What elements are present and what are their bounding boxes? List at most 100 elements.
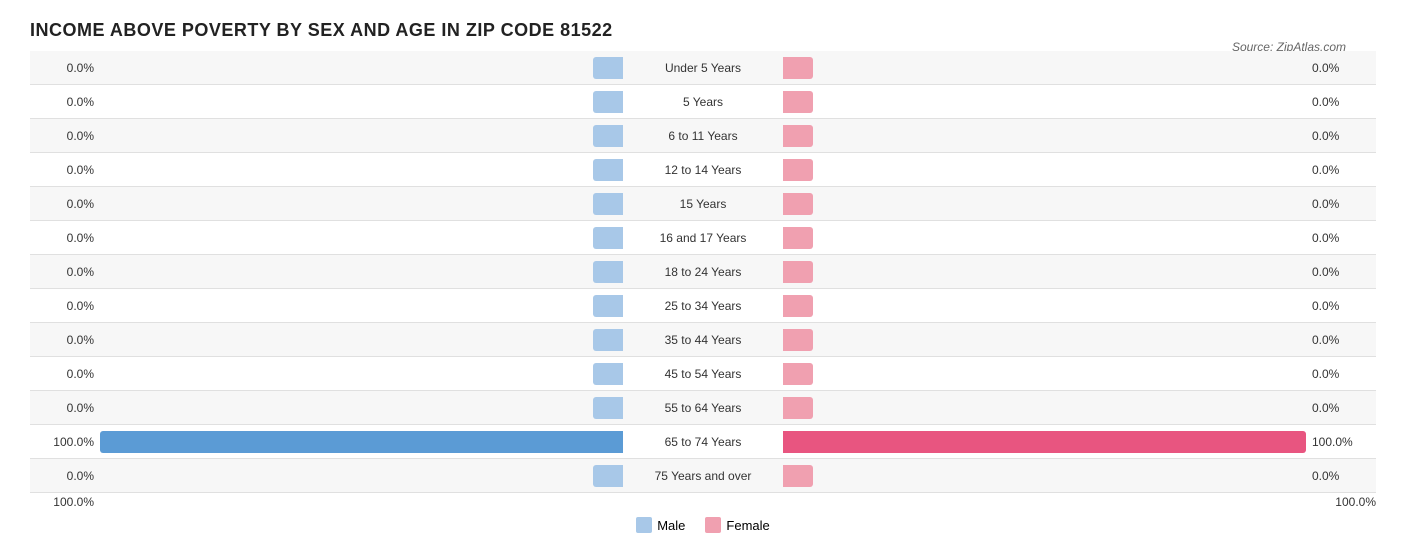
age-label: Under 5 Years — [623, 61, 783, 75]
female-value: 100.0% — [1306, 435, 1376, 449]
age-label: 15 Years — [623, 197, 783, 211]
age-label: 18 to 24 Years — [623, 265, 783, 279]
chart-row: 0.0% 12 to 14 Years 0.0% — [30, 153, 1376, 187]
chart-row: 0.0% 6 to 11 Years 0.0% — [30, 119, 1376, 153]
female-bar-area — [783, 459, 1306, 492]
chart-row: 100.0% 65 to 74 Years 100.0% — [30, 425, 1376, 459]
chart-row: 0.0% 75 Years and over 0.0% — [30, 459, 1376, 493]
female-bar — [783, 295, 813, 317]
female-bar-area — [783, 51, 1306, 84]
male-bar-area — [100, 425, 623, 458]
age-label: 55 to 64 Years — [623, 401, 783, 415]
male-bar-area — [100, 357, 623, 390]
female-bar — [783, 125, 813, 147]
female-bar-area — [783, 85, 1306, 118]
bar-section: 45 to 54 Years — [100, 357, 1306, 390]
age-label: 35 to 44 Years — [623, 333, 783, 347]
bar-section: 65 to 74 Years — [100, 425, 1306, 458]
bar-section: 16 and 17 Years — [100, 221, 1306, 254]
male-bar-area — [100, 119, 623, 152]
age-label: 25 to 34 Years — [623, 299, 783, 313]
legend-male: Male — [636, 517, 685, 533]
chart-row: 0.0% Under 5 Years 0.0% — [30, 51, 1376, 85]
female-legend-box — [705, 517, 721, 533]
age-label: 75 Years and over — [623, 469, 783, 483]
female-legend-label: Female — [726, 518, 769, 533]
male-value: 0.0% — [30, 265, 100, 279]
bar-section: 15 Years — [100, 187, 1306, 220]
bar-section: 5 Years — [100, 85, 1306, 118]
female-bar — [783, 363, 813, 385]
female-bar — [783, 329, 813, 351]
bottom-labels: 100.0% 100.0% — [30, 495, 1376, 509]
bottom-female-label: 100.0% — [1329, 495, 1376, 509]
male-value: 0.0% — [30, 299, 100, 313]
age-label: 45 to 54 Years — [623, 367, 783, 381]
age-label: 65 to 74 Years — [623, 435, 783, 449]
bottom-spacer — [100, 495, 1329, 509]
male-bar-area — [100, 459, 623, 492]
female-value: 0.0% — [1306, 401, 1376, 415]
female-value: 0.0% — [1306, 367, 1376, 381]
male-bar — [593, 329, 623, 351]
female-bar — [783, 261, 813, 283]
chart-row: 0.0% 25 to 34 Years 0.0% — [30, 289, 1376, 323]
male-bar — [593, 397, 623, 419]
age-label: 12 to 14 Years — [623, 163, 783, 177]
male-value: 0.0% — [30, 129, 100, 143]
male-value: 0.0% — [30, 333, 100, 347]
female-bar — [783, 227, 813, 249]
male-bar — [593, 91, 623, 113]
male-bar-area — [100, 391, 623, 424]
female-bar — [783, 431, 1306, 453]
female-bar-area — [783, 357, 1306, 390]
female-bar-area — [783, 119, 1306, 152]
bar-section: 35 to 44 Years — [100, 323, 1306, 356]
male-legend-label: Male — [657, 518, 685, 533]
bar-section: 25 to 34 Years — [100, 289, 1306, 322]
female-bar — [783, 397, 813, 419]
legend: Male Female — [30, 517, 1376, 533]
female-bar — [783, 159, 813, 181]
female-value: 0.0% — [1306, 231, 1376, 245]
chart-row: 0.0% 18 to 24 Years 0.0% — [30, 255, 1376, 289]
chart-row: 0.0% 35 to 44 Years 0.0% — [30, 323, 1376, 357]
male-value: 0.0% — [30, 61, 100, 75]
chart-row: 0.0% 55 to 64 Years 0.0% — [30, 391, 1376, 425]
female-bar — [783, 193, 813, 215]
female-value: 0.0% — [1306, 61, 1376, 75]
female-bar-area — [783, 255, 1306, 288]
male-bar — [593, 295, 623, 317]
male-legend-box — [636, 517, 652, 533]
male-value: 0.0% — [30, 95, 100, 109]
female-bar-area — [783, 391, 1306, 424]
male-bar — [593, 261, 623, 283]
female-value: 0.0% — [1306, 265, 1376, 279]
female-bar-area — [783, 153, 1306, 186]
male-bar — [593, 57, 623, 79]
male-bar-area — [100, 289, 623, 322]
female-bar-area — [783, 187, 1306, 220]
male-value: 0.0% — [30, 469, 100, 483]
male-bar-area — [100, 85, 623, 118]
male-bar — [593, 227, 623, 249]
male-value: 0.0% — [30, 231, 100, 245]
bottom-male-label: 100.0% — [30, 495, 100, 509]
bar-section: 6 to 11 Years — [100, 119, 1306, 152]
bar-section: 55 to 64 Years — [100, 391, 1306, 424]
male-bar — [593, 193, 623, 215]
male-value: 0.0% — [30, 163, 100, 177]
male-value: 0.0% — [30, 197, 100, 211]
male-value: 0.0% — [30, 367, 100, 381]
female-value: 0.0% — [1306, 333, 1376, 347]
male-bar-area — [100, 51, 623, 84]
female-value: 0.0% — [1306, 469, 1376, 483]
age-label: 5 Years — [623, 95, 783, 109]
chart-title: INCOME ABOVE POVERTY BY SEX AND AGE IN Z… — [30, 20, 1376, 41]
chart-container: 0.0% Under 5 Years 0.0% 0.0% 5 Years 0.0… — [30, 51, 1376, 493]
male-bar — [100, 431, 623, 453]
bar-section: 18 to 24 Years — [100, 255, 1306, 288]
female-bar-area — [783, 289, 1306, 322]
female-bar-area — [783, 221, 1306, 254]
male-bar-area — [100, 323, 623, 356]
